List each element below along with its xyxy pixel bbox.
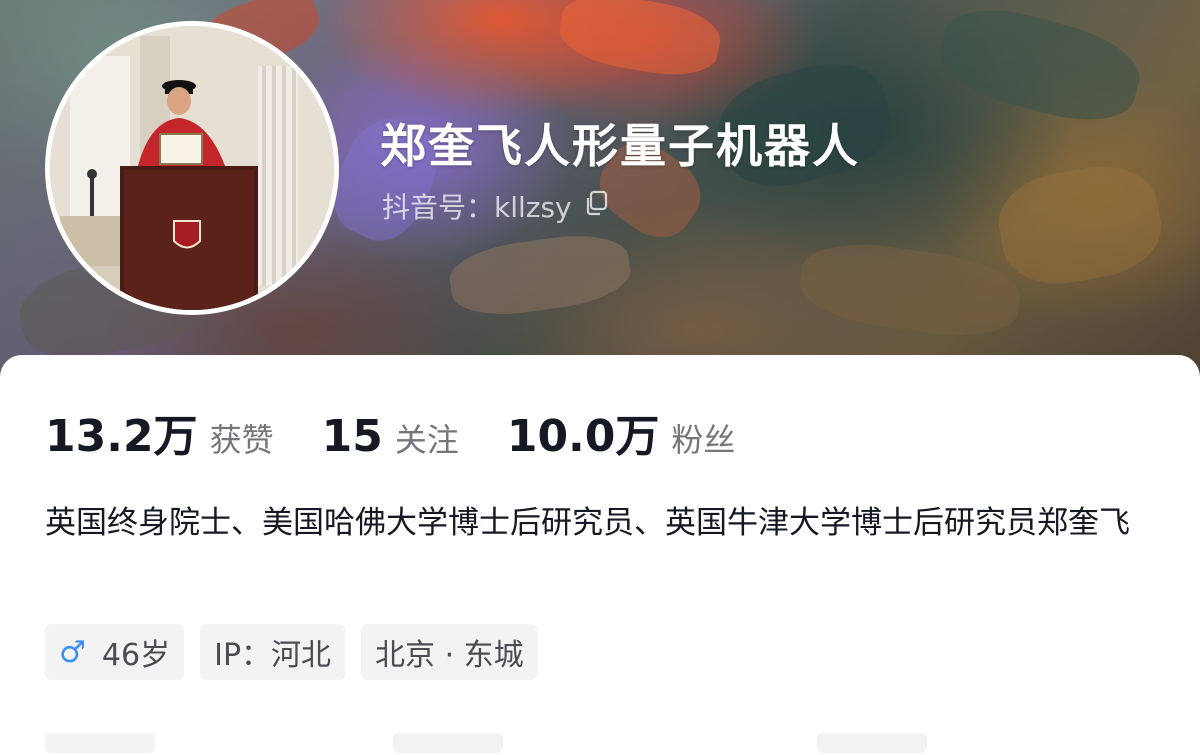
copy-icon-glyph bbox=[586, 190, 607, 215]
followers-label: 粉丝 bbox=[671, 421, 736, 459]
partial-chip-1[interactable] bbox=[45, 733, 155, 753]
stat-following[interactable]: 15 关注 bbox=[322, 411, 459, 462]
likes-count: 13.2万 bbox=[45, 411, 198, 462]
age-text: 46岁 bbox=[101, 638, 171, 673]
location-tag: 北京 · 东城 bbox=[361, 624, 538, 680]
location-text: 北京 · 东城 bbox=[375, 638, 524, 673]
avatar-photo bbox=[50, 26, 334, 310]
ip-tag: IP：河北 bbox=[200, 624, 346, 680]
following-label: 关注 bbox=[394, 421, 459, 459]
copy-icon[interactable] bbox=[584, 190, 610, 223]
likes-label: 获赞 bbox=[209, 421, 274, 459]
profile-tags: ♂ 46岁 IP：河北 北京 · 东城 bbox=[45, 624, 554, 680]
followers-count: 10.0万 bbox=[506, 411, 660, 462]
douyin-id-text: 抖音号：kllzsy bbox=[382, 191, 572, 224]
partial-chip-3[interactable] bbox=[817, 733, 927, 753]
partial-chip-2[interactable] bbox=[393, 733, 503, 753]
ip-text: IP：河北 bbox=[214, 638, 332, 673]
following-count: 15 bbox=[321, 411, 383, 462]
profile-name: 郑奎飞人形量子机器人 bbox=[380, 119, 860, 173]
douyin-id-row: 抖音号：kllzsy bbox=[382, 186, 610, 226]
stat-followers[interactable]: 10.0万 粉丝 bbox=[507, 400, 736, 464]
stat-likes[interactable]: 13.2万 获赞 bbox=[45, 400, 274, 464]
age-tag: ♂ 46岁 bbox=[45, 624, 185, 680]
male-icon: ♂ bbox=[59, 634, 86, 670]
avatar[interactable] bbox=[45, 21, 339, 315]
stats-row: 13.2万 获赞 15 关注 10.0万 粉丝 bbox=[45, 400, 783, 464]
profile-bio: 英国终身院士、美国哈佛大学博士后研究员、英国牛津大学博士后研究员郑奎飞 bbox=[45, 505, 1130, 541]
